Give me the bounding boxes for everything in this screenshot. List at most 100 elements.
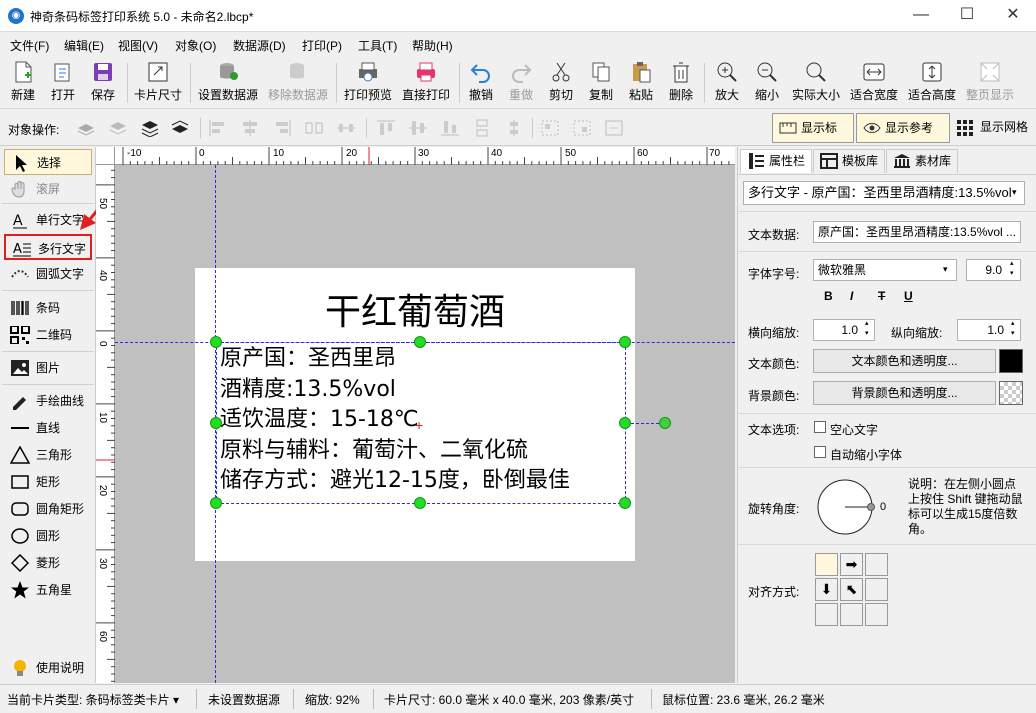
tool-round-rect[interactable]: 圆角矩形 <box>4 496 92 522</box>
menu-tools[interactable]: 工具(T) <box>358 37 397 54</box>
distribute-v-center-icon[interactable] <box>504 119 524 137</box>
resize-handle-bl[interactable] <box>210 497 222 509</box>
font-name-select[interactable]: 微软雅黑 <box>813 259 957 281</box>
card-type-selector[interactable]: 当前卡片类型: 条码标签类卡片 ▾ <box>7 691 179 708</box>
horizontal-ruler[interactable]: -10 0 10 20 30 40 50 60 70 <box>115 147 735 165</box>
remove-datasource-button[interactable]: 移除数据源 <box>266 61 330 107</box>
distribute-v-icon[interactable] <box>472 119 492 137</box>
hollow-text-checkbox[interactable] <box>814 421 826 433</box>
distribute-h-center-icon[interactable] <box>336 119 356 137</box>
tool-select[interactable]: 选择 <box>4 149 92 175</box>
design-canvas[interactable]: 干红葡萄酒 原产国：圣西里昂 酒精度:13.5%vol 适饮温度：15-18℃ … <box>115 165 735 683</box>
show-guides-toggle[interactable]: 显示参考线 <box>856 113 950 163</box>
align-center-icon[interactable] <box>240 119 260 137</box>
tool-barcode[interactable]: 条码 <box>4 295 92 321</box>
copy-button[interactable]: 复制 <box>584 61 618 107</box>
resize-handle-ml[interactable] <box>210 417 222 429</box>
show-ruler-toggle[interactable]: 显示标尺 <box>772 113 854 163</box>
strikethrough-button[interactable]: T <box>878 289 885 303</box>
menu-datasource[interactable]: 数据源(D) <box>233 37 286 54</box>
menu-edit[interactable]: 编辑(E) <box>64 37 104 54</box>
resize-handle-tl[interactable] <box>210 336 222 348</box>
rotation-dial[interactable] <box>816 477 878 537</box>
tool-star[interactable]: 五角星 <box>4 577 92 603</box>
tool-rect[interactable]: 矩形 <box>4 469 92 495</box>
actual-size-button[interactable]: 实际大小 <box>790 61 842 107</box>
paste-button[interactable]: 粘贴 <box>624 61 658 107</box>
resize-handle-tr[interactable] <box>619 336 631 348</box>
align-middle-left-button[interactable]: ⬇ <box>815 578 838 601</box>
align-left-icon[interactable] <box>208 119 228 137</box>
lock-size-icon[interactable] <box>604 119 624 137</box>
bold-button[interactable]: B <box>824 289 833 303</box>
align-middle-icon[interactable] <box>408 119 428 137</box>
open-button[interactable]: 打开 <box>46 61 80 107</box>
bg-color-button[interactable]: 背景颜色和透明度... <box>813 381 996 405</box>
cut-button[interactable]: 剪切 <box>544 61 578 107</box>
text-data-field[interactable]: 原产国：圣西里昂酒精度:13.5%vol ... <box>813 221 1021 243</box>
tool-image[interactable]: 图片 <box>4 355 92 381</box>
bg-color-swatch[interactable] <box>999 381 1023 405</box>
fit-width-button[interactable]: 适合宽度 <box>848 61 900 107</box>
distribute-h-icon[interactable] <box>304 119 324 137</box>
menu-view[interactable]: 视图(V) <box>118 37 158 54</box>
auto-shrink-checkbox[interactable] <box>814 446 826 458</box>
group-icon[interactable] <box>540 119 560 137</box>
align-bottom-icon[interactable] <box>440 119 460 137</box>
send-to-back-icon[interactable] <box>170 119 190 137</box>
align-middle-right-button[interactable] <box>865 578 888 601</box>
maximize-button[interactable]: ☐ <box>944 0 990 32</box>
tool-freehand[interactable]: 手绘曲线 <box>4 388 92 414</box>
resize-handle-tm[interactable] <box>414 336 426 348</box>
tool-help[interactable]: 使用说明 <box>4 655 92 681</box>
zoom-in-button[interactable]: 放大 <box>710 61 744 107</box>
align-bottom-right-button[interactable] <box>865 603 888 626</box>
align-right-icon[interactable] <box>272 119 292 137</box>
rotate-handle[interactable] <box>659 417 671 429</box>
spinner-arrows-icon[interactable]: ▴ ▾ <box>1010 259 1014 279</box>
resize-handle-mr[interactable] <box>619 417 631 429</box>
tab-materials[interactable]: 素材库 <box>886 149 959 173</box>
object-select[interactable]: 多行文字 - 原产国：圣西里昂酒精度:13.5%vol <box>743 181 1025 205</box>
menu-object[interactable]: 对象(O) <box>175 37 216 54</box>
align-top-left-button[interactable] <box>815 553 838 576</box>
print-preview-button[interactable]: 打印预览 <box>342 61 394 107</box>
menu-file[interactable]: 文件(F) <box>10 37 49 54</box>
tab-templates[interactable]: 模板库 <box>813 149 886 173</box>
zoom-out-button[interactable]: 缩小 <box>750 61 784 107</box>
save-button[interactable]: 保存 <box>86 61 120 107</box>
tool-diamond[interactable]: 菱形 <box>4 550 92 576</box>
undo-button[interactable]: 撤销 <box>464 61 498 107</box>
align-bottom-center-button[interactable] <box>840 603 863 626</box>
tool-circle[interactable]: 圆形 <box>4 523 92 549</box>
fit-page-button[interactable]: 整页显示 <box>964 61 1016 107</box>
spinner-arrows-icon[interactable]: ▴ ▾ <box>865 319 869 339</box>
delete-button[interactable]: 删除 <box>664 61 698 107</box>
text-color-swatch[interactable] <box>999 349 1023 373</box>
new-button[interactable]: 新建 <box>6 61 40 107</box>
close-button[interactable]: ✕ <box>990 0 1036 32</box>
bring-forward-icon[interactable] <box>76 119 96 137</box>
send-backward-icon[interactable] <box>108 119 128 137</box>
bring-to-front-icon[interactable] <box>140 119 160 137</box>
text-color-button[interactable]: 文本颜色和透明度... <box>813 349 996 373</box>
direct-print-button[interactable]: 直接打印 <box>400 61 452 107</box>
resize-handle-br[interactable] <box>619 497 631 509</box>
resize-handle-bm[interactable] <box>414 497 426 509</box>
ungroup-icon[interactable] <box>572 119 592 137</box>
italic-button[interactable]: I <box>850 289 853 303</box>
align-middle-center-button[interactable]: ⬉ <box>840 578 863 601</box>
align-top-icon[interactable] <box>376 119 396 137</box>
tool-triangle[interactable]: 三角形 <box>4 442 92 468</box>
spinner-arrows-icon[interactable]: ▴ ▾ <box>1011 319 1015 339</box>
tool-qrcode[interactable]: 二维码 <box>4 322 92 348</box>
card-size-button[interactable]: 卡片尺寸 <box>132 61 184 107</box>
minimize-button[interactable]: — <box>898 0 944 32</box>
label-title[interactable]: 干红葡萄酒 <box>195 283 635 335</box>
tool-multi-text[interactable]: A 多行文字 <box>4 234 92 260</box>
align-top-right-button[interactable] <box>865 553 888 576</box>
tool-line[interactable]: 直线 <box>4 415 92 441</box>
menu-print[interactable]: 打印(P) <box>302 37 342 54</box>
set-datasource-button[interactable]: 设置数据源 <box>196 61 260 107</box>
align-top-center-button[interactable]: ➡ <box>840 553 863 576</box>
